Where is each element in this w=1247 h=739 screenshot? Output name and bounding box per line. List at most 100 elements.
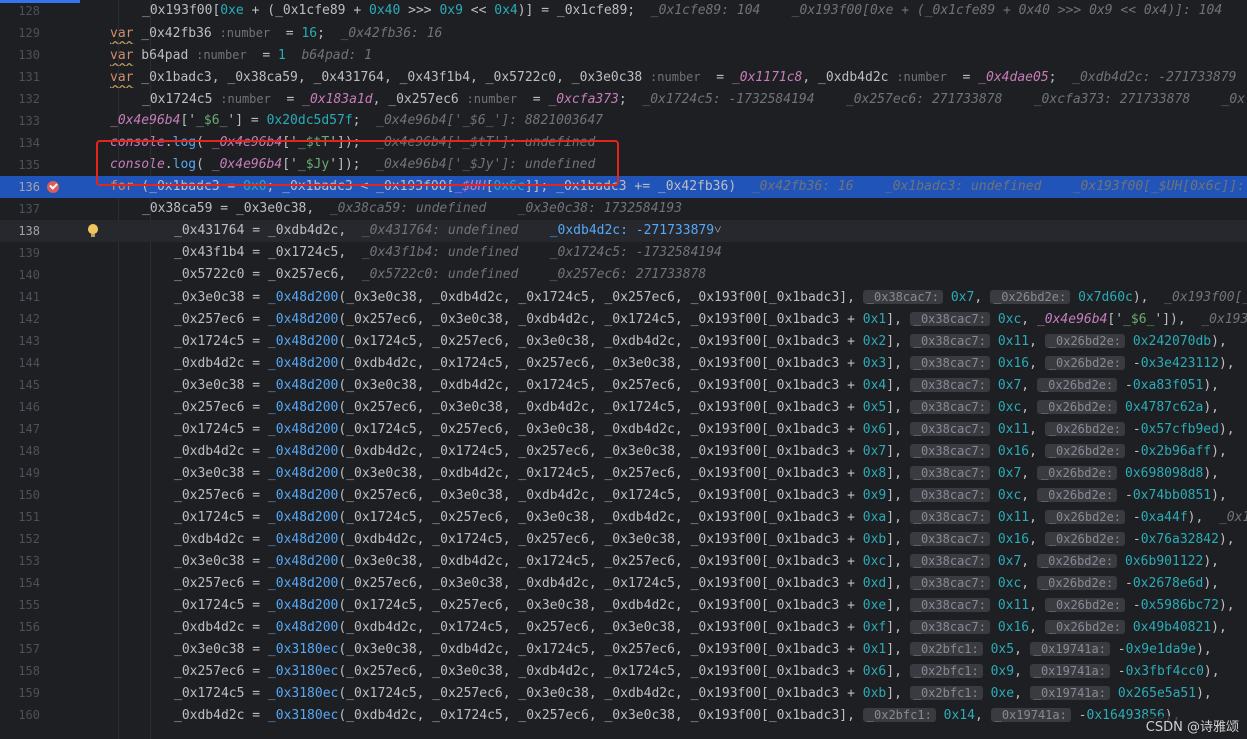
line-number[interactable]: 146 (0, 396, 40, 418)
code-line[interactable]: 140 _0x5722c0 = _0x257ec6, _0x5722c0: und… (0, 264, 1247, 286)
code-text[interactable]: var _0x1badc3, _0x38ca59, _0x431764, _0x… (110, 66, 1247, 88)
code-text[interactable]: _0x257ec6 = _0x3180ec(_0x257ec6, _0x3e0c… (174, 660, 1220, 682)
code-text[interactable]: _0xdb4d2c = _0x48d200(_0xdb4d2c, _0x1724… (174, 440, 1242, 462)
code-text[interactable]: _0x431764 = _0xdb4d2c, _0x431764: undefi… (174, 220, 721, 242)
code-text[interactable]: _0x3e0c38 = _0x48d200(_0x3e0c38, _0xdb4d… (174, 286, 1247, 308)
code-text[interactable]: console.log( _0x4e96b4['_$tT']); _0x4e96… (110, 132, 595, 154)
code-line[interactable]: 137 _0x38ca59 = _0x3e0c38, _0x38ca59: und… (0, 198, 1247, 220)
code-text[interactable]: _0xdb4d2c = _0x48d200(_0xdb4d2c, _0x1724… (174, 352, 1247, 374)
line-number[interactable]: 132 (0, 88, 40, 110)
code-line[interactable]: 133 _0x4e96b4['_$6_'] = 0x20dc5d57f; _0x4… (0, 110, 1247, 132)
code-line[interactable]: 142 _0x257ec6 = _0x48d200(_0x257ec6, _0x3… (0, 308, 1247, 330)
code-line[interactable]: 129 var _0x42fb36 :number = 16; _0x42fb36… (0, 22, 1247, 44)
line-number[interactable]: 141 (0, 286, 40, 308)
code-line[interactable]: 152 _0xdb4d2c = _0x48d200(_0xdb4d2c, _0x1… (0, 528, 1247, 550)
code-line[interactable]: 136 for (_0x1badc3 = 0x0; _0x1badc3 < _0x… (0, 176, 1247, 198)
code-text[interactable]: var b64pad :number = 1 b64pad: 1 (110, 44, 372, 66)
line-number[interactable]: 156 (0, 616, 40, 638)
code-text[interactable]: _0x257ec6 = _0x48d200(_0x257ec6, _0x3e0c… (174, 484, 1242, 506)
line-number[interactable]: 136 (0, 176, 40, 198)
code-line[interactable]: 141 _0x3e0c38 = _0x48d200(_0x3e0c38, _0xd… (0, 286, 1247, 308)
line-number[interactable]: 160 (0, 704, 40, 726)
line-number[interactable]: 128 (0, 0, 40, 22)
code-text[interactable]: _0x193f00[0xe + (_0x1cfe89 + 0x40 >>> 0x… (142, 0, 1222, 22)
code-text[interactable]: _0x257ec6 = _0x48d200(_0x257ec6, _0x3e0c… (174, 308, 1247, 330)
code-line[interactable]: 153 _0x3e0c38 = _0x48d200(_0x3e0c38, _0xd… (0, 550, 1247, 572)
line-number[interactable]: 144 (0, 352, 40, 374)
code-line[interactable]: 150 _0x257ec6 = _0x48d200(_0x257ec6, _0x3… (0, 484, 1247, 506)
code-line[interactable]: 156 _0xdb4d2c = _0x48d200(_0xdb4d2c, _0x1… (0, 616, 1247, 638)
line-number[interactable]: 140 (0, 264, 40, 286)
line-number[interactable]: 133 (0, 110, 40, 132)
code-text[interactable]: _0x3e0c38 = _0x3180ec(_0x3e0c38, _0xdb4d… (174, 638, 1212, 660)
code-line[interactable]: 151 _0x1724c5 = _0x48d200(_0x1724c5, _0x2… (0, 506, 1247, 528)
code-line[interactable]: 138 _0x431764 = _0xdb4d2c, _0x431764: und… (0, 220, 1247, 242)
code-line[interactable]: 139 _0x43f1b4 = _0x1724c5, _0x43f1b4: und… (0, 242, 1247, 264)
intention-bulb-icon[interactable] (88, 224, 98, 237)
line-number[interactable]: 149 (0, 462, 40, 484)
code-text[interactable]: _0x1724c5 = _0x3180ec(_0x1724c5, _0x257e… (174, 682, 1212, 704)
code-line[interactable]: 128 _0x193f00[0xe + (_0x1cfe89 + 0x40 >>>… (0, 0, 1247, 22)
code-text[interactable]: _0x38ca59 = _0x3e0c38, _0x38ca59: undefi… (142, 198, 682, 220)
code-line[interactable]: 145 _0x3e0c38 = _0x48d200(_0x3e0c38, _0xd… (0, 374, 1247, 396)
line-number[interactable]: 130 (0, 44, 40, 66)
line-number[interactable]: 159 (0, 682, 40, 704)
line-number[interactable]: 131 (0, 66, 40, 88)
line-number[interactable]: 137 (0, 198, 40, 220)
code-line[interactable]: 155 _0x1724c5 = _0x48d200(_0x1724c5, _0x2… (0, 594, 1247, 616)
line-number[interactable]: 153 (0, 550, 40, 572)
line-number[interactable]: 158 (0, 660, 40, 682)
code-text[interactable]: _0x1724c5 = _0x48d200(_0x1724c5, _0x257e… (174, 330, 1242, 352)
code-text[interactable]: _0xdb4d2c = _0x48d200(_0xdb4d2c, _0x1724… (174, 528, 1247, 550)
line-number[interactable]: 147 (0, 418, 40, 440)
code-text[interactable]: _0x1724c5 :number = _0x183a1d, _0x257ec6… (142, 88, 1245, 110)
code-line[interactable]: 159 _0x1724c5 = _0x3180ec(_0x1724c5, _0x2… (0, 682, 1247, 704)
line-number[interactable]: 157 (0, 638, 40, 660)
code-text[interactable]: for (_0x1badc3 = 0x0; _0x1badc3 < _0x193… (110, 176, 1247, 198)
code-line[interactable]: 134 console.log( _0x4e96b4['_$tT']); _0x4… (0, 132, 1247, 154)
code-line[interactable]: 131 var _0x1badc3, _0x38ca59, _0x431764, … (0, 66, 1247, 88)
code-text[interactable]: _0x3e0c38 = _0x48d200(_0x3e0c38, _0xdb4d… (174, 550, 1235, 572)
code-text[interactable]: _0x1724c5 = _0x48d200(_0x1724c5, _0x257e… (174, 418, 1247, 440)
code-line[interactable]: 148 _0xdb4d2c = _0x48d200(_0xdb4d2c, _0x1… (0, 440, 1247, 462)
code-text[interactable]: _0x5722c0 = _0x257ec6, _0x5722c0: undefi… (174, 264, 706, 286)
line-number[interactable]: 150 (0, 484, 40, 506)
code-line[interactable]: 130 var b64pad :number = 1 b64pad: 1 (0, 44, 1247, 66)
code-line[interactable]: 146 _0x257ec6 = _0x48d200(_0x257ec6, _0x3… (0, 396, 1247, 418)
line-number[interactable]: 154 (0, 572, 40, 594)
code-text[interactable]: _0x4e96b4['_$6_'] = 0x20dc5d57f; _0x4e96… (110, 110, 603, 132)
code-line[interactable]: 158 _0x257ec6 = _0x3180ec(_0x257ec6, _0x3… (0, 660, 1247, 682)
code-line[interactable]: 154 _0x257ec6 = _0x48d200(_0x257ec6, _0x3… (0, 572, 1247, 594)
line-number[interactable]: 142 (0, 308, 40, 330)
code-text[interactable]: _0x3e0c38 = _0x48d200(_0x3e0c38, _0xdb4d… (174, 374, 1235, 396)
code-text[interactable]: var _0x42fb36 :number = 16; _0x42fb36: 1… (110, 22, 442, 44)
code-text[interactable]: _0x3e0c38 = _0x48d200(_0x3e0c38, _0xdb4d… (174, 462, 1235, 484)
code-line[interactable]: 160 _0xdb4d2c = _0x3180ec(_0xdb4d2c, _0x1… (0, 704, 1247, 726)
code-text[interactable]: _0xdb4d2c = _0x3180ec(_0xdb4d2c, _0x1724… (174, 704, 1180, 726)
line-number[interactable]: 135 (0, 154, 40, 176)
code-text[interactable]: _0x1724c5 = _0x48d200(_0x1724c5, _0x257e… (174, 594, 1247, 616)
line-number[interactable]: 148 (0, 440, 40, 462)
line-number[interactable]: 134 (0, 132, 40, 154)
code-line[interactable]: 149 _0x3e0c38 = _0x48d200(_0x3e0c38, _0xd… (0, 462, 1247, 484)
line-number[interactable]: 129 (0, 22, 40, 44)
code-text[interactable]: _0x257ec6 = _0x48d200(_0x257ec6, _0x3e0c… (174, 396, 1235, 418)
code-text[interactable]: _0xdb4d2c = _0x48d200(_0xdb4d2c, _0x1724… (174, 616, 1242, 638)
code-line[interactable]: 144 _0xdb4d2c = _0x48d200(_0xdb4d2c, _0x1… (0, 352, 1247, 374)
code-text[interactable]: console.log( _0x4e96b4['_$Jy']); _0x4e96… (110, 154, 595, 176)
line-number[interactable]: 138 (0, 220, 40, 242)
line-number[interactable]: 151 (0, 506, 40, 528)
line-number[interactable]: 155 (0, 594, 40, 616)
code-text[interactable]: _0x43f1b4 = _0x1724c5, _0x43f1b4: undefi… (174, 242, 722, 264)
line-number[interactable]: 152 (0, 528, 40, 550)
breakpoint-icon[interactable] (47, 181, 59, 193)
code-text[interactable]: _0x1724c5 = _0x48d200(_0x1724c5, _0x257e… (174, 506, 1247, 528)
code-line[interactable]: 147 _0x1724c5 = _0x48d200(_0x1724c5, _0x2… (0, 418, 1247, 440)
code-editor[interactable]: 128 _0x193f00[0xe + (_0x1cfe89 + 0x40 >>>… (0, 0, 1247, 739)
line-number[interactable]: 145 (0, 374, 40, 396)
code-line[interactable]: 157 _0x3e0c38 = _0x3180ec(_0x3e0c38, _0xd… (0, 638, 1247, 660)
line-number[interactable]: 139 (0, 242, 40, 264)
line-number[interactable]: 143 (0, 330, 40, 352)
code-line[interactable]: 132 _0x1724c5 :number = _0x183a1d, _0x257… (0, 88, 1247, 110)
code-line[interactable]: 135 console.log( _0x4e96b4['_$Jy']); _0x4… (0, 154, 1247, 176)
